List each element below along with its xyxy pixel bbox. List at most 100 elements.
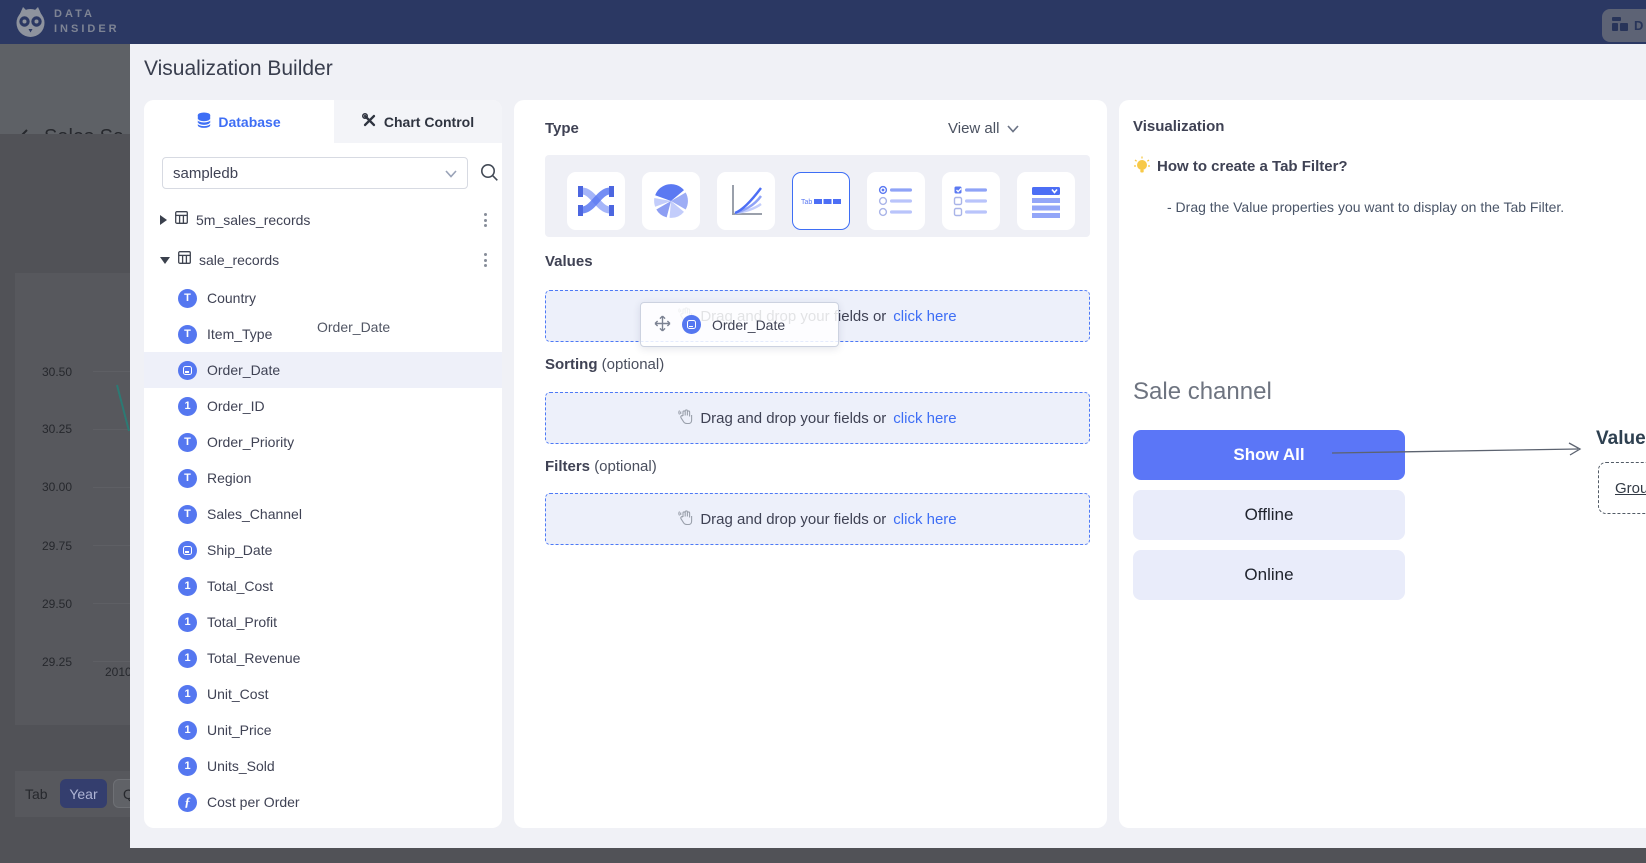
- filters-section-label: Filters (optional): [545, 458, 657, 475]
- chart-type-tab-filter[interactable]: Tab: [792, 172, 850, 230]
- view-all-button[interactable]: View all: [948, 120, 1019, 137]
- chevron-down-icon: [1007, 120, 1019, 137]
- background-tab-switcher: Tab Year Qu: [15, 771, 130, 817]
- click-here-link[interactable]: click here: [893, 410, 956, 427]
- field-row-units-sold[interactable]: 1 Units_Sold: [144, 748, 502, 784]
- date-field-icon: [178, 541, 197, 560]
- field-row-ship-date[interactable]: Ship_Date: [144, 532, 502, 568]
- datasource-value: sampledb: [173, 165, 238, 182]
- type-section-label: Type: [545, 120, 579, 137]
- dashboard-grid-icon: [1612, 17, 1628, 34]
- y-tick: 30.25: [32, 422, 72, 436]
- search-icon[interactable]: [480, 163, 499, 187]
- chart-type-strip: Tab: [545, 155, 1090, 237]
- number-field-icon: 1: [178, 397, 197, 416]
- brand-line-1: DATA: [54, 7, 120, 22]
- option-offline-button[interactable]: Offline: [1133, 490, 1405, 540]
- date-field-icon: [178, 361, 197, 380]
- field-row-country[interactable]: T Country: [144, 280, 502, 316]
- brand-wordmark: DATA INSIDER: [54, 7, 120, 37]
- drag-hand-icon: [678, 408, 693, 429]
- field-row-unit-price[interactable]: 1 Unit_Price: [144, 712, 502, 748]
- chart-type-multi-choice[interactable]: [942, 172, 1000, 230]
- tab-chart-control-label: Chart Control: [384, 114, 474, 130]
- text-field-icon: T: [178, 469, 197, 488]
- tools-icon: [362, 113, 377, 131]
- y-tick: 29.75: [32, 539, 72, 553]
- visualization-panel: Visualization How to create a Tab Filter…: [1119, 100, 1646, 828]
- app-root: { "navbar": { "brand_line1": "DATA", "br…: [0, 0, 1646, 863]
- visualization-header: Visualization: [1133, 118, 1224, 135]
- filters-dropzone[interactable]: Drag and drop your fields or click here: [545, 493, 1090, 545]
- modal-title: Visualization Builder: [144, 57, 333, 81]
- chart-type-dropdown[interactable]: [1017, 172, 1075, 230]
- dropzone-hint: Drag and drop your fields or: [700, 511, 886, 528]
- number-field-icon: 1: [178, 721, 197, 740]
- tab-database[interactable]: Database: [144, 100, 334, 143]
- text-field-icon: T: [178, 325, 197, 344]
- group-link[interactable]: Group: [1615, 480, 1646, 497]
- text-field-icon: T: [178, 433, 197, 452]
- dashboard-button[interactable]: D: [1602, 9, 1646, 42]
- chart-type-pie[interactable]: [642, 172, 700, 230]
- date-field-icon: [682, 315, 701, 334]
- dropzone-hint: Drag and drop your fields or: [700, 410, 886, 427]
- sorting-dropzone[interactable]: Drag and drop your fields or click here: [545, 392, 1090, 444]
- field-row-order-id[interactable]: 1 Order_ID: [144, 388, 502, 424]
- group-drop-target[interactable]: Group: [1598, 462, 1646, 514]
- top-navbar: DATA INSIDER D: [0, 0, 1646, 44]
- sorting-section-label: Sorting (optional): [545, 356, 664, 373]
- table-row-5m-sales-records[interactable]: 5m_sales_records: [144, 200, 502, 240]
- table-row-sale-records[interactable]: sale_records: [144, 240, 502, 280]
- owl-logo-icon: [12, 4, 49, 46]
- field-row-total-revenue[interactable]: 1 Total_Revenue: [144, 640, 502, 676]
- drag-hand-icon: [678, 509, 693, 530]
- y-tick: 29.50: [32, 597, 72, 611]
- option-online-button[interactable]: Online: [1133, 550, 1405, 600]
- text-field-icon: T: [178, 505, 197, 524]
- y-tick: 30.50: [32, 365, 72, 379]
- field-row-order-priority[interactable]: T Order_Priority: [144, 424, 502, 460]
- table-name: 5m_sales_records: [196, 212, 310, 228]
- kebab-menu-icon[interactable]: [481, 250, 490, 270]
- visualization-builder-modal: Visualization Builder Database: [130, 44, 1646, 848]
- value-annotation-heading: Value: [1596, 428, 1646, 450]
- y-tick: 29.25: [32, 655, 72, 669]
- table-name: sale_records: [199, 252, 279, 268]
- chevron-down-icon: [445, 165, 457, 182]
- caret-right-icon[interactable]: [160, 215, 167, 225]
- number-field-icon: 1: [178, 757, 197, 776]
- tab-chart-control[interactable]: Chart Control: [334, 100, 502, 143]
- tip-body: - Drag the Value properties you want to …: [1167, 199, 1564, 215]
- field-row-sales-channel[interactable]: T Sales_Channel: [144, 496, 502, 532]
- dragged-field-label: Order_Date: [712, 317, 785, 333]
- caret-down-icon[interactable]: [160, 257, 170, 264]
- tip-title: How to create a Tab Filter?: [1157, 158, 1348, 175]
- field-row-cost-per-order[interactable]: ƒ Cost per Order: [144, 784, 502, 820]
- chart-type-single-choice[interactable]: [867, 172, 925, 230]
- kebab-menu-icon[interactable]: [481, 210, 490, 230]
- left-panel-tabs: Database Chart Control: [144, 100, 502, 143]
- lightbulb-icon: [1133, 156, 1151, 181]
- schema-tree: 5m_sales_records sale_records T Country …: [144, 200, 502, 820]
- click-here-link[interactable]: click here: [893, 308, 956, 325]
- tab-filter-widget-title: Sale channel: [1133, 378, 1272, 406]
- dragged-field-card[interactable]: Order_Date: [640, 302, 839, 347]
- field-row-order-date[interactable]: Order_Date: [144, 352, 502, 388]
- field-row-item-type[interactable]: T Item_Type: [144, 316, 502, 352]
- table-grid-icon: [175, 211, 188, 229]
- chart-type-sankey[interactable]: [567, 172, 625, 230]
- svg-text:Tab: Tab: [801, 199, 812, 206]
- expression-field-icon: ƒ: [178, 793, 197, 812]
- field-row-region[interactable]: T Region: [144, 460, 502, 496]
- field-row-unit-cost[interactable]: 1 Unit_Cost: [144, 676, 502, 712]
- field-row-total-cost[interactable]: 1 Total_Cost: [144, 568, 502, 604]
- click-here-link[interactable]: click here: [893, 511, 956, 528]
- brand-line-2: INSIDER: [54, 22, 120, 37]
- datasource-select[interactable]: sampledb: [162, 157, 468, 189]
- number-field-icon: 1: [178, 613, 197, 632]
- chart-type-line[interactable]: [717, 172, 775, 230]
- tab-year-button[interactable]: Year: [60, 779, 107, 808]
- y-tick: 30.00: [32, 480, 72, 494]
- field-row-total-profit[interactable]: 1 Total_Profit: [144, 604, 502, 640]
